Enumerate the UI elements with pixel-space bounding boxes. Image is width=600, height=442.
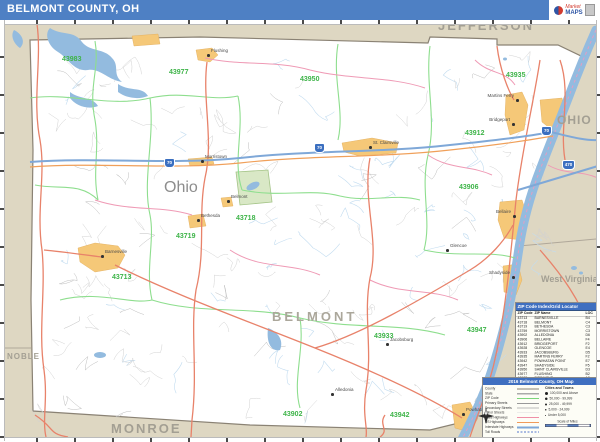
scale-label: Scale of Miles <box>545 420 590 424</box>
marketmaps-logo: Market MAPS <box>549 0 600 20</box>
logo-text-maps: MAPS <box>565 10 582 16</box>
zip-table-column-header: ZIP Code <box>516 311 535 316</box>
toll-swatch <box>517 432 539 433</box>
zip-table-title: ZIP Code Index/Grid Locator <box>516 303 599 311</box>
grid-ruler-top <box>0 20 600 25</box>
city-class-item: Under 5,000 <box>545 413 599 419</box>
grid-ruler-right <box>596 20 600 441</box>
city-class-label: 50,000 - 99,999 <box>550 397 573 401</box>
logo-globe-icon <box>554 6 563 15</box>
legend-item-label: ZIP Code <box>485 397 516 401</box>
legend-item-label: Primary Streets <box>485 402 516 406</box>
scale-of-miles: Scale of Miles <box>545 420 599 427</box>
map-canvas <box>0 0 600 441</box>
city-size-dot <box>545 415 546 416</box>
grid-ruler-left <box>0 20 5 441</box>
county-swatch <box>517 388 539 389</box>
statehwy-swatch <box>517 417 539 418</box>
grid-ruler-bottom <box>0 437 600 442</box>
city-class-label: Under 5,000 <box>548 414 566 418</box>
primary-swatch <box>517 403 539 404</box>
page: { "header": { "title": "BELMONT COUNTY, … <box>0 0 600 441</box>
city-size-dot <box>545 403 547 405</box>
minor-swatch <box>517 413 539 414</box>
zip-code-index-table: ZIP Code Index/Grid Locator ZIP CodeZIP … <box>515 302 600 381</box>
city-class-label: 5,000 - 24,999 <box>549 408 570 412</box>
city-size-classes: 100,000 and Above50,000 - 99,999 25,000 -… <box>545 391 599 419</box>
cities-and-towns-title: Cities and Towns <box>545 387 599 391</box>
page-title: BELMONT COUNTY, OH <box>7 3 139 15</box>
city-size-dot <box>545 409 547 411</box>
legend-title: 2016 Belmont County, OH Map <box>483 378 599 385</box>
compass-rose-icon <box>477 407 495 427</box>
interstate-swatch <box>517 426 539 428</box>
legend-item: Toll Roads <box>485 430 545 435</box>
legend-item-label: County <box>485 387 516 391</box>
city-size-dot <box>545 398 548 401</box>
city-class-label: 100,000 and Above <box>550 392 578 396</box>
secondary-swatch <box>517 408 539 409</box>
zip-swatch <box>517 398 539 399</box>
logo-badge <box>585 4 595 16</box>
map-legend: 2016 Belmont County, OH Map CountyStateZ… <box>482 377 600 440</box>
city-class-label: 25,000 - 49,999 <box>549 403 572 407</box>
zip-table-column-header: ZIP Name <box>535 311 586 316</box>
legend-item-label: State <box>485 392 516 396</box>
legend-item-label: Toll Roads <box>485 430 516 434</box>
city-size-dot <box>545 392 548 395</box>
scale-bar <box>545 424 591 427</box>
ushwy-swatch <box>517 422 539 423</box>
state-swatch <box>517 393 539 395</box>
